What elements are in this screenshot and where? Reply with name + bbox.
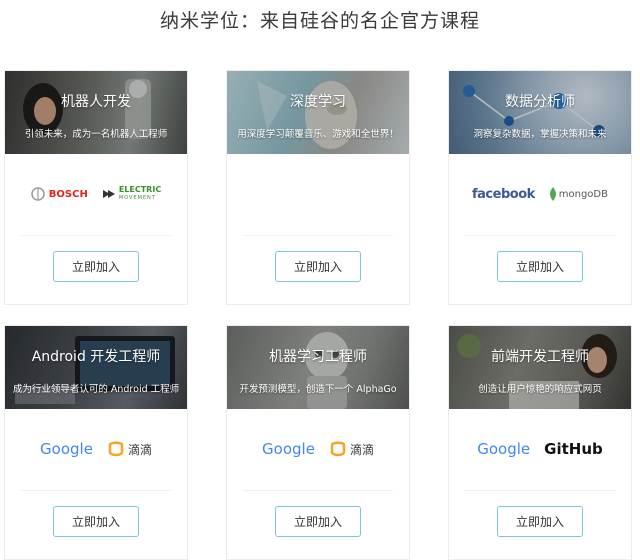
course-card-robotics: 机器人开发 引领未来，成为一名机器人工程师 BOSCH ELECTRIC MOV…	[4, 70, 188, 305]
bosch-logo: BOSCH	[31, 187, 88, 201]
google-logo: Google	[477, 440, 531, 458]
join-button[interactable]: 立即加入	[53, 506, 139, 537]
didi-icon	[330, 441, 346, 457]
hero-overlay	[227, 71, 409, 154]
hero-image-frontend: 前端开发工程师 创造让用户惊艳的响应式网页	[449, 326, 631, 409]
didi-logo: 滴滴	[107, 440, 152, 458]
mongodb-logo: mongoDB	[549, 187, 608, 201]
partner-logos	[227, 154, 409, 234]
didi-icon	[108, 441, 124, 457]
didi-logo: 滴滴	[329, 440, 374, 458]
bosch-icon	[31, 187, 45, 201]
partner-logos: facebook mongoDB	[449, 154, 631, 234]
google-logo: Google	[40, 440, 93, 458]
electric-movement-logo: ELECTRIC MOVEMENT	[102, 186, 161, 202]
mongo-leaf-icon	[549, 187, 556, 201]
card-subtitle: 开发预测模型，创造下一个 AlphaGo	[239, 384, 397, 395]
card-subtitle: 成为行业领导者认可的 Android 工程师	[12, 384, 180, 395]
card-divider	[465, 490, 615, 491]
course-card-machine-learning: 机器学习工程师 开发预测模型，创造下一个 AlphaGo Google 滴滴 立…	[226, 325, 410, 560]
card-subtitle: 洞察复杂数据，掌握决策和未来	[473, 129, 607, 140]
card-divider	[243, 490, 393, 491]
hero-image-data-analyst: 数据分析师 洞察复杂数据，掌握决策和未来	[449, 71, 631, 154]
card-title: 数据分析师	[505, 94, 575, 110]
card-divider	[465, 235, 615, 236]
facebook-logo: facebook	[472, 186, 535, 202]
join-button[interactable]: 立即加入	[275, 251, 361, 282]
card-title: 前端开发工程师	[491, 349, 589, 365]
partner-logos: Google GitHub	[449, 409, 631, 489]
hero-image-deep-learning: 深度学习 用深度学习颠覆音乐、游戏和全世界！	[227, 71, 409, 154]
hero-image-machine-learning: 机器学习工程师 开发预测模型，创造下一个 AlphaGo	[227, 326, 409, 409]
card-subtitle: 创造让用户惊艳的响应式网页	[478, 384, 602, 395]
course-card-data-analyst: 数据分析师 洞察复杂数据，掌握决策和未来 facebook mongoDB 立即…	[448, 70, 632, 305]
join-button[interactable]: 立即加入	[497, 506, 583, 537]
card-title: 机器学习工程师	[269, 349, 367, 365]
card-subtitle: 用深度学习颠覆音乐、游戏和全世界！	[237, 129, 399, 140]
hero-overlay	[5, 326, 187, 409]
partner-logos: Google 滴滴	[5, 409, 187, 489]
card-divider	[243, 235, 393, 236]
hero-image-robotics: 机器人开发 引领未来，成为一名机器人工程师	[5, 71, 187, 154]
card-title: Android 开发工程师	[31, 349, 161, 365]
card-divider	[21, 490, 171, 491]
course-card-frontend: 前端开发工程师 创造让用户惊艳的响应式网页 Google GitHub 立即加入	[448, 325, 632, 560]
hero-overlay	[449, 326, 631, 409]
hero-overlay	[5, 71, 187, 154]
page-title: 纳米学位：来自硅谷的名企官方课程	[159, 10, 480, 32]
hero-overlay	[449, 71, 631, 154]
course-card-android: Android 开发工程师 成为行业领导者认可的 Android 工程师 Goo…	[4, 325, 188, 560]
partner-logos: BOSCH ELECTRIC MOVEMENT	[5, 154, 187, 234]
card-divider	[21, 235, 171, 236]
card-subtitle: 引领未来，成为一名机器人工程师	[24, 129, 168, 140]
join-button[interactable]: 立即加入	[53, 251, 139, 282]
hero-image-android: Android 开发工程师 成为行业领导者认可的 Android 工程师	[5, 326, 187, 409]
course-card-deep-learning: 深度学习 用深度学习颠覆音乐、游戏和全世界！ 立即加入	[226, 70, 410, 305]
bolt-icon	[102, 190, 115, 198]
github-logo: GitHub	[544, 440, 603, 458]
card-title: 深度学习	[290, 94, 346, 110]
hero-overlay	[227, 326, 409, 409]
join-button[interactable]: 立即加入	[275, 506, 361, 537]
partner-logos: Google 滴滴	[227, 409, 409, 489]
card-title: 机器人开发	[61, 94, 131, 110]
join-button[interactable]: 立即加入	[497, 251, 583, 282]
google-logo: Google	[262, 440, 315, 458]
